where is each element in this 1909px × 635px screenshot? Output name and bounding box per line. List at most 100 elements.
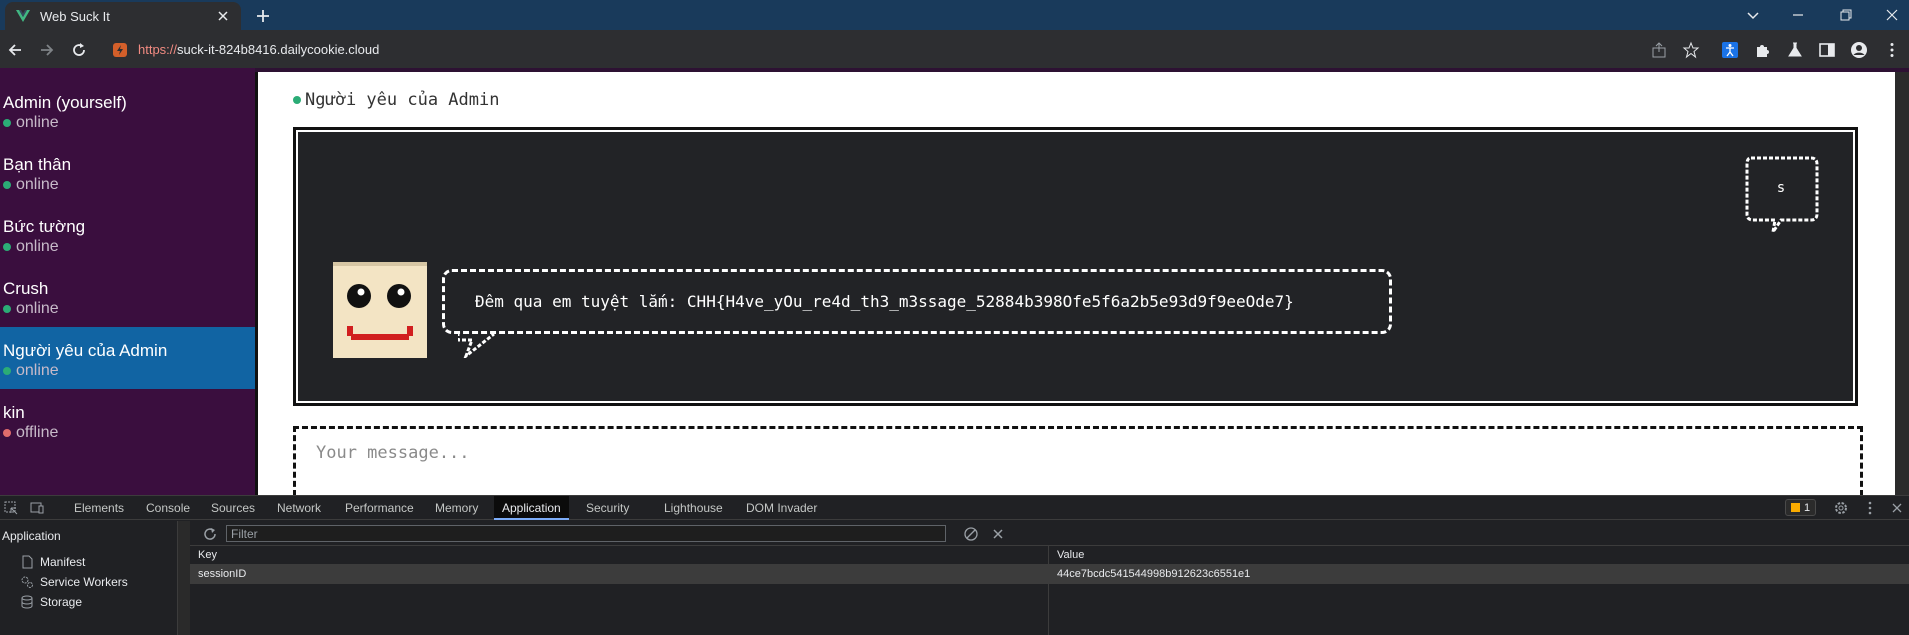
new-tab-icon[interactable] <box>252 6 274 26</box>
page-scrollbar[interactable] <box>1895 72 1909 495</box>
devtools-menu-icon[interactable] <box>1862 500 1878 516</box>
message-composer[interactable] <box>293 426 1863 495</box>
storage-table: Key Value sessionID 44ce7bcdc541544998b9… <box>190 546 1909 635</box>
storage-filter-bar <box>190 521 1909 546</box>
tab-search-icon[interactable] <box>1745 7 1761 23</box>
contact-item-kin[interactable]: kin offline <box>0 389 255 451</box>
contact-status: online <box>3 361 255 381</box>
column-divider[interactable] <box>1048 546 1049 635</box>
browser-menu-icon[interactable] <box>1883 41 1901 59</box>
file-icon <box>22 555 33 569</box>
status-dot-icon <box>3 305 11 313</box>
contact-item-crush[interactable]: Crush online <box>0 265 255 327</box>
sidebar-scrollbar[interactable] <box>178 521 190 635</box>
devtools-tab-console[interactable]: Console <box>138 496 198 520</box>
devtools-close-icon[interactable] <box>1889 500 1905 516</box>
address-bar[interactable]: https://suck-it-824b8416.dailycookie.clo… <box>100 35 1690 64</box>
contact-status: online <box>3 113 255 133</box>
application-section-header[interactable]: Application <box>2 529 61 543</box>
extension-accessibility-icon[interactable] <box>1721 41 1739 59</box>
contact-status: online <box>3 175 255 195</box>
mini-speech-bubble: s <box>1745 156 1823 234</box>
devtools-tab-lighthouse[interactable]: Lighthouse <box>656 496 731 520</box>
profile-avatar-icon[interactable] <box>1850 41 1868 59</box>
bubble-tail-icon <box>458 332 495 358</box>
contact-sidebar: Admin (yourself) online Bạn thân online … <box>0 68 255 495</box>
cell-key: sessionID <box>198 568 247 580</box>
chat-header: Người yêu của Admin <box>293 90 499 110</box>
close-tab-icon[interactable] <box>215 8 231 24</box>
devtools-tabbar: Elements Console Sources Network Perform… <box>0 496 1909 520</box>
extensions-puzzle-icon[interactable] <box>1754 41 1772 59</box>
url-host: suck-it-824b8416.dailycookie.cloud <box>177 42 380 57</box>
restore-icon[interactable] <box>1838 7 1854 23</box>
devtools-tab-dom-invader[interactable]: DOM Invader <box>738 496 825 520</box>
mini-bubble-text: s <box>1776 180 1786 196</box>
devtools-tab-application[interactable]: Application <box>494 496 569 520</box>
filter-input[interactable] <box>226 525 946 542</box>
browser-tab[interactable]: Web Suck It <box>5 2 241 30</box>
contact-item-buc-tuong[interactable]: Bức tường online <box>0 203 255 265</box>
back-icon[interactable] <box>6 41 24 59</box>
sidebar-item-service-workers[interactable]: Service Workers <box>20 573 128 591</box>
chat-panel: Người yêu của Admin Đêm qua em tuyệt lắm… <box>255 72 1895 495</box>
contact-name: Bức tường <box>3 217 86 236</box>
column-header-key[interactable]: Key <box>190 546 1048 565</box>
tab-title: Web Suck It <box>40 8 110 24</box>
contact-name: Bạn thân <box>3 155 72 174</box>
message-text: Đêm qua em tuyệt lắm: CHH{H4ve_yOu_re4d_… <box>475 292 1294 311</box>
column-header-value[interactable]: Value <box>1049 546 1909 565</box>
tab-strip: Web Suck It <box>0 0 1909 30</box>
refresh-icon[interactable] <box>202 526 218 542</box>
inspect-element-icon[interactable] <box>3 500 19 516</box>
reload-icon[interactable] <box>70 41 88 59</box>
page-viewport: Admin (yourself) online Bạn thân online … <box>0 68 1909 495</box>
message-area: Đêm qua em tuyệt lắm: CHH{H4ve_yOu_re4d_… <box>298 132 1853 401</box>
devtools-tab-performance[interactable]: Performance <box>337 496 422 520</box>
devtools-tab-network[interactable]: Network <box>269 496 329 520</box>
issues-badge[interactable]: 1 <box>1785 499 1817 516</box>
warning-icon <box>1791 503 1800 512</box>
contact-name: Admin (yourself) <box>3 93 127 112</box>
contact-item-ban-than[interactable]: Bạn thân online <box>0 141 255 203</box>
device-toolbar-icon[interactable] <box>29 500 45 516</box>
status-label: online <box>16 114 59 131</box>
share-icon[interactable] <box>1650 41 1668 59</box>
contact-item-nguoi-yeu-admin[interactable]: Người yêu của Admin online <box>0 327 255 389</box>
labs-flask-icon[interactable] <box>1786 41 1804 59</box>
side-panel-icon[interactable] <box>1818 41 1836 59</box>
table-row[interactable]: sessionID 44ce7bcdc541544998b912623c6551… <box>190 565 1909 584</box>
not-secure-icon[interactable] <box>112 42 128 58</box>
contact-name: Crush <box>3 279 49 298</box>
devtools-tab-sources[interactable]: Sources <box>203 496 263 520</box>
sidebar-item-manifest[interactable]: Manifest <box>20 553 85 571</box>
status-label: online <box>16 300 59 317</box>
contact-name: kin <box>3 403 25 422</box>
message-input[interactable] <box>316 443 1216 463</box>
smiley-avatar-icon <box>333 262 427 358</box>
status-label: offline <box>16 424 59 441</box>
sidebar-item-label: Manifest <box>40 555 86 569</box>
bookmark-star-icon[interactable] <box>1682 41 1700 59</box>
cell-value: 44ce7bcdc541544998b912623c6551e1 <box>1057 568 1251 580</box>
contact-name: Người yêu của Admin <box>3 341 168 360</box>
minimize-icon[interactable] <box>1790 7 1806 23</box>
sidebar-item-label: Storage <box>40 595 83 609</box>
contact-item-admin[interactable]: Admin (yourself) online <box>0 79 255 141</box>
delete-selected-icon[interactable] <box>990 526 1006 542</box>
gear-icon <box>21 576 33 588</box>
url-scheme: https:// <box>138 42 178 57</box>
clear-all-icon[interactable] <box>963 526 979 542</box>
devtools-tab-elements[interactable]: Elements <box>66 496 132 520</box>
application-sidebar: Application Manifest Service Workers Sto… <box>0 521 178 635</box>
vue-logo-icon <box>16 10 30 22</box>
devtools-tab-memory[interactable]: Memory <box>427 496 486 520</box>
sidebar-item-storage[interactable]: Storage <box>20 593 82 611</box>
devtools-settings-icon[interactable] <box>1833 500 1849 516</box>
status-dot-icon <box>3 367 11 375</box>
forward-icon[interactable] <box>38 41 56 59</box>
chat-title: Người yêu của Admin <box>305 90 500 110</box>
devtools-tab-security[interactable]: Security <box>578 496 637 520</box>
close-window-icon[interactable] <box>1884 7 1900 23</box>
url-text: https://suck-it-824b8416.dailycookie.clo… <box>138 42 379 57</box>
